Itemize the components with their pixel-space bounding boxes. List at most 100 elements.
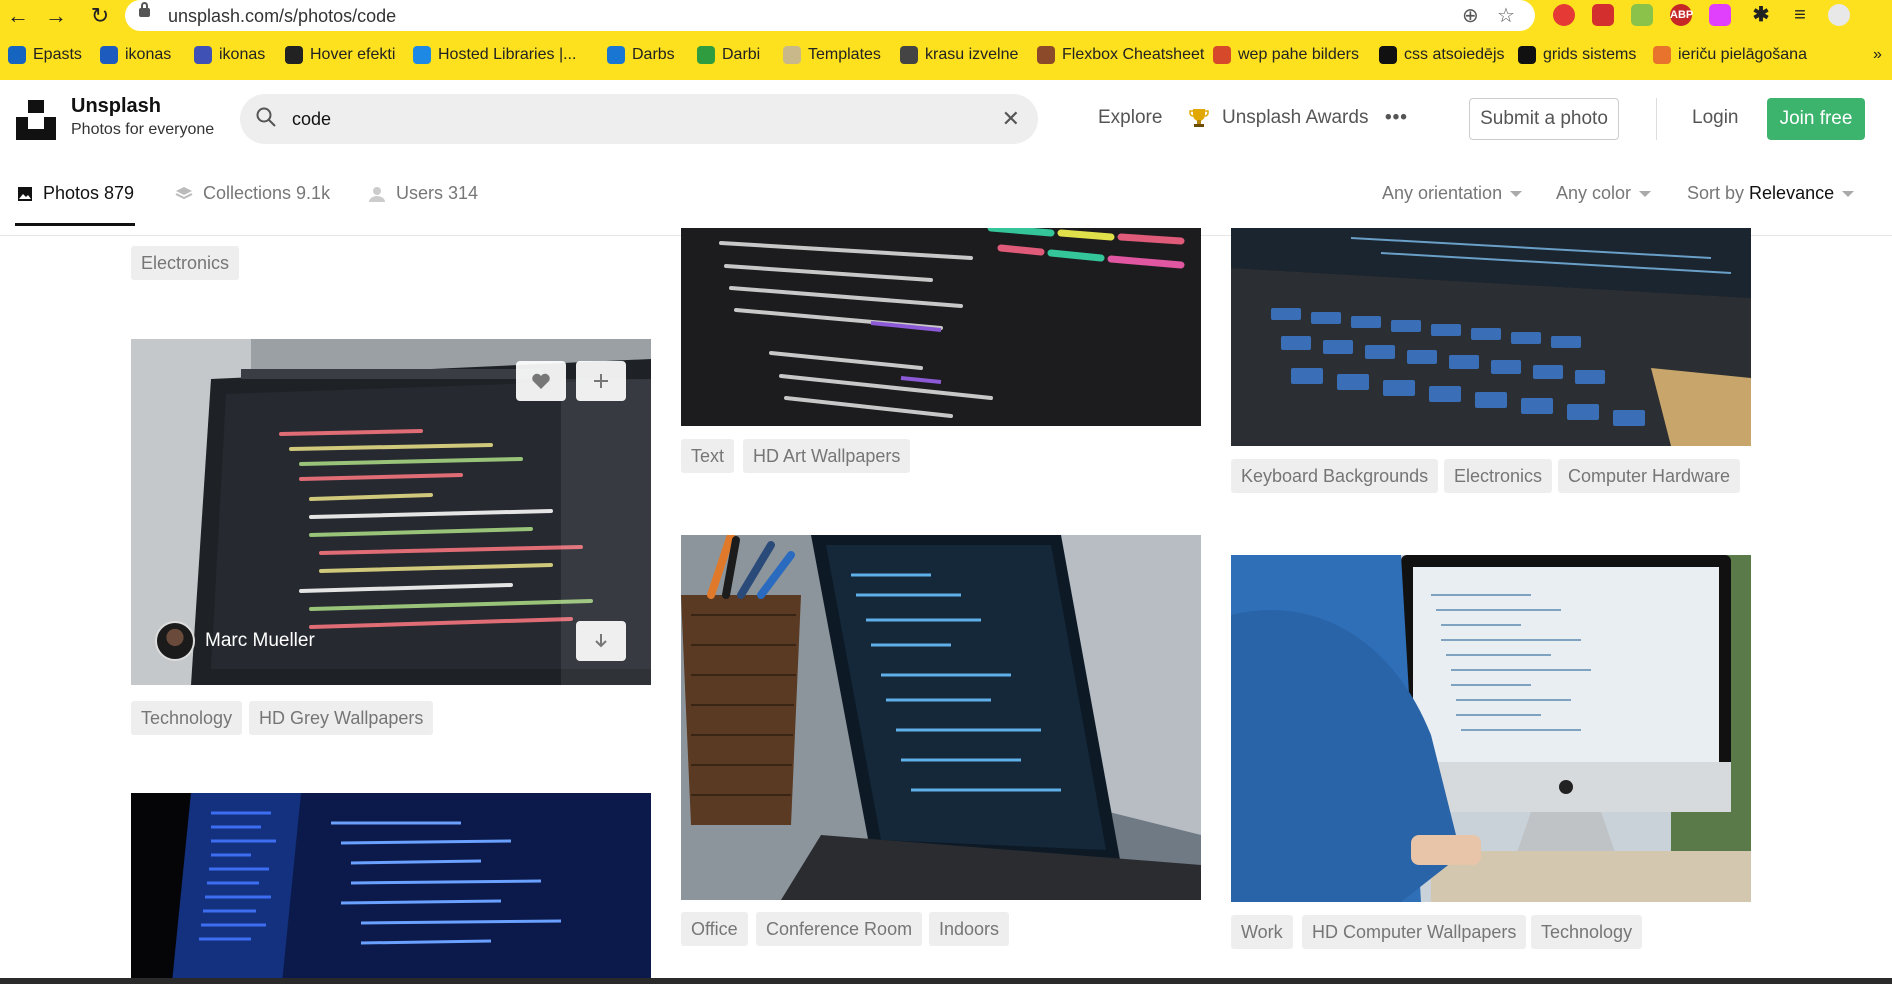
photo-card[interactable] xyxy=(1231,228,1751,446)
add-to-collection-button[interactable] xyxy=(576,361,626,401)
plus-icon xyxy=(594,374,608,388)
download-arrow-icon xyxy=(595,634,607,648)
bookmark-label: Epasts xyxy=(33,46,82,63)
like-button[interactable] xyxy=(516,361,566,401)
color-filter[interactable]: Any color xyxy=(1556,183,1652,204)
bookmark-item[interactable]: css atsoiedējs xyxy=(1379,46,1505,64)
unsplash-logo[interactable] xyxy=(16,100,56,140)
address-bar[interactable]: unsplash.com/s/photos/code ⊕ ☆ xyxy=(125,0,1535,31)
search-bar[interactable]: ✕ xyxy=(240,94,1038,144)
bookmark-item[interactable]: Hosted Libraries |... xyxy=(413,46,576,64)
extension-grid-icon[interactable] xyxy=(1631,4,1653,26)
tag-chip[interactable]: Office xyxy=(681,912,748,946)
tag-chip[interactable]: Electronics xyxy=(131,246,240,280)
profile-avatar[interactable] xyxy=(1828,4,1850,26)
bookmark-favicon-icon xyxy=(607,46,625,64)
users-icon xyxy=(369,186,385,202)
bookmark-item[interactable]: grids sistems xyxy=(1518,46,1636,64)
bookmark-item[interactable]: krasu izvelne xyxy=(900,46,1018,64)
photo-laptop-keyboard xyxy=(1231,228,1751,446)
tag-chip[interactable]: HD Computer Wallpapers xyxy=(1302,915,1527,949)
photo-imac-work xyxy=(1231,555,1751,902)
extension-icon[interactable] xyxy=(1553,4,1575,26)
explore-link[interactable]: Explore xyxy=(1098,107,1162,129)
bookmark-item[interactable]: ieriču pielāgošana xyxy=(1653,46,1807,64)
chevron-down-icon xyxy=(1842,191,1855,198)
adblock-icon[interactable]: ABP xyxy=(1670,4,1693,26)
photo-card[interactable] xyxy=(1231,555,1751,902)
tag-chip[interactable]: Conference Room xyxy=(756,912,923,946)
bookmark-favicon-icon xyxy=(1037,46,1055,64)
orientation-filter-label: Any orientation xyxy=(1382,183,1503,203)
back-arrow-icon[interactable]: ← xyxy=(4,2,32,30)
tag-chip[interactable]: Computer Hardware xyxy=(1558,459,1741,493)
tag-chip[interactable]: Electronics xyxy=(1444,459,1553,493)
tag-chip[interactable]: Keyboard Backgrounds xyxy=(1231,459,1439,493)
bookmark-favicon-icon xyxy=(100,46,118,64)
search-input[interactable] xyxy=(292,104,972,134)
avatar[interactable] xyxy=(155,621,195,661)
chevron-down-icon xyxy=(1639,191,1652,198)
sort-prefix: Sort by xyxy=(1687,183,1745,203)
bookmark-star-icon[interactable]: ☆ xyxy=(1497,3,1515,28)
reading-list-icon[interactable]: ≡ xyxy=(1789,4,1811,26)
submit-photo-button[interactable]: Submit a photo xyxy=(1469,98,1619,140)
photo-card[interactable]: Marc Mueller xyxy=(131,339,651,685)
url-text[interactable]: unsplash.com/s/photos/code xyxy=(168,6,396,27)
tag-chip[interactable]: Text xyxy=(681,439,735,473)
bookmark-label: Darbs xyxy=(632,46,675,63)
bookmark-item[interactable]: Darbs xyxy=(607,46,675,64)
brand-name: Unsplash xyxy=(71,95,162,117)
collections-icon xyxy=(175,186,193,199)
sort-filter[interactable]: Sort by Relevance xyxy=(1687,183,1855,204)
bookmark-label: ieriču pielāgošana xyxy=(1678,46,1807,63)
photo-card[interactable] xyxy=(131,793,651,984)
clear-search-icon[interactable]: ✕ xyxy=(1002,106,1020,132)
tab-users[interactable]: Users 314 xyxy=(368,183,478,204)
bookmark-label: krasu izvelne xyxy=(925,46,1019,63)
search-icon[interactable] xyxy=(256,107,276,127)
bookmark-item[interactable]: ikonas xyxy=(100,46,171,64)
bookmarks-overflow-icon[interactable]: » xyxy=(1873,46,1882,64)
author-name[interactable]: Marc Mueller xyxy=(205,630,315,652)
unsplash-awards-link[interactable]: Unsplash Awards xyxy=(1222,107,1368,129)
tag-chip[interactable]: HD Grey Wallpapers xyxy=(249,701,434,735)
zoom-icon[interactable]: ⊕ xyxy=(1462,3,1479,28)
tab-collections[interactable]: Collections 9.1k xyxy=(175,183,330,204)
bookmark-item[interactable]: ikonas xyxy=(194,46,265,64)
extension-icon[interactable] xyxy=(1709,4,1731,26)
photo-card[interactable] xyxy=(681,535,1201,900)
brand-tagline: Photos for everyone xyxy=(71,121,215,138)
photo-author[interactable]: Marc Mueller xyxy=(155,621,315,661)
bookmark-item[interactable]: Hover efekti xyxy=(285,46,395,64)
tag-chip[interactable]: Indoors xyxy=(929,912,1010,946)
tag-chip[interactable]: Technology xyxy=(131,701,243,735)
login-link[interactable]: Login xyxy=(1692,107,1739,129)
tag-chip[interactable]: Technology xyxy=(1531,915,1643,949)
orientation-filter[interactable]: Any orientation xyxy=(1382,183,1523,204)
bookmark-item[interactable]: Epasts xyxy=(8,46,82,64)
photo-blue-code-screen xyxy=(131,793,651,984)
tag-chip[interactable]: HD Art Wallpapers xyxy=(743,439,911,473)
brand[interactable]: Unsplash Photos for everyone xyxy=(71,95,214,139)
bookmark-label: Darbi xyxy=(722,46,761,63)
bookmark-item[interactable]: Templates xyxy=(783,46,881,64)
reload-icon[interactable]: ↻ xyxy=(86,2,114,30)
puzzle-icon[interactable]: ✱ xyxy=(1750,4,1772,26)
extension-icon[interactable] xyxy=(1592,4,1614,26)
tag-chip[interactable]: Work xyxy=(1231,915,1293,949)
bookmark-item[interactable]: Darbi xyxy=(697,46,760,64)
tab-collections-label: Collections 9.1k xyxy=(203,183,331,203)
more-menu-icon[interactable]: ••• xyxy=(1385,107,1408,129)
tab-photos[interactable]: Photos 879 xyxy=(17,183,134,204)
bookmark-label: Templates xyxy=(808,46,881,63)
taskbar-edge xyxy=(0,978,1892,984)
download-button[interactable] xyxy=(576,621,626,661)
trophy-icon xyxy=(1189,109,1209,127)
bookmark-item[interactable]: wep pahe bilders xyxy=(1213,46,1359,64)
join-free-button[interactable]: Join free xyxy=(1767,98,1865,140)
bookmark-item[interactable]: Flexbox Cheatsheet xyxy=(1037,46,1204,64)
photo-card[interactable] xyxy=(681,228,1201,426)
bookmark-label: Hosted Libraries |... xyxy=(438,46,577,63)
forward-arrow-icon[interactable]: → xyxy=(42,2,70,30)
